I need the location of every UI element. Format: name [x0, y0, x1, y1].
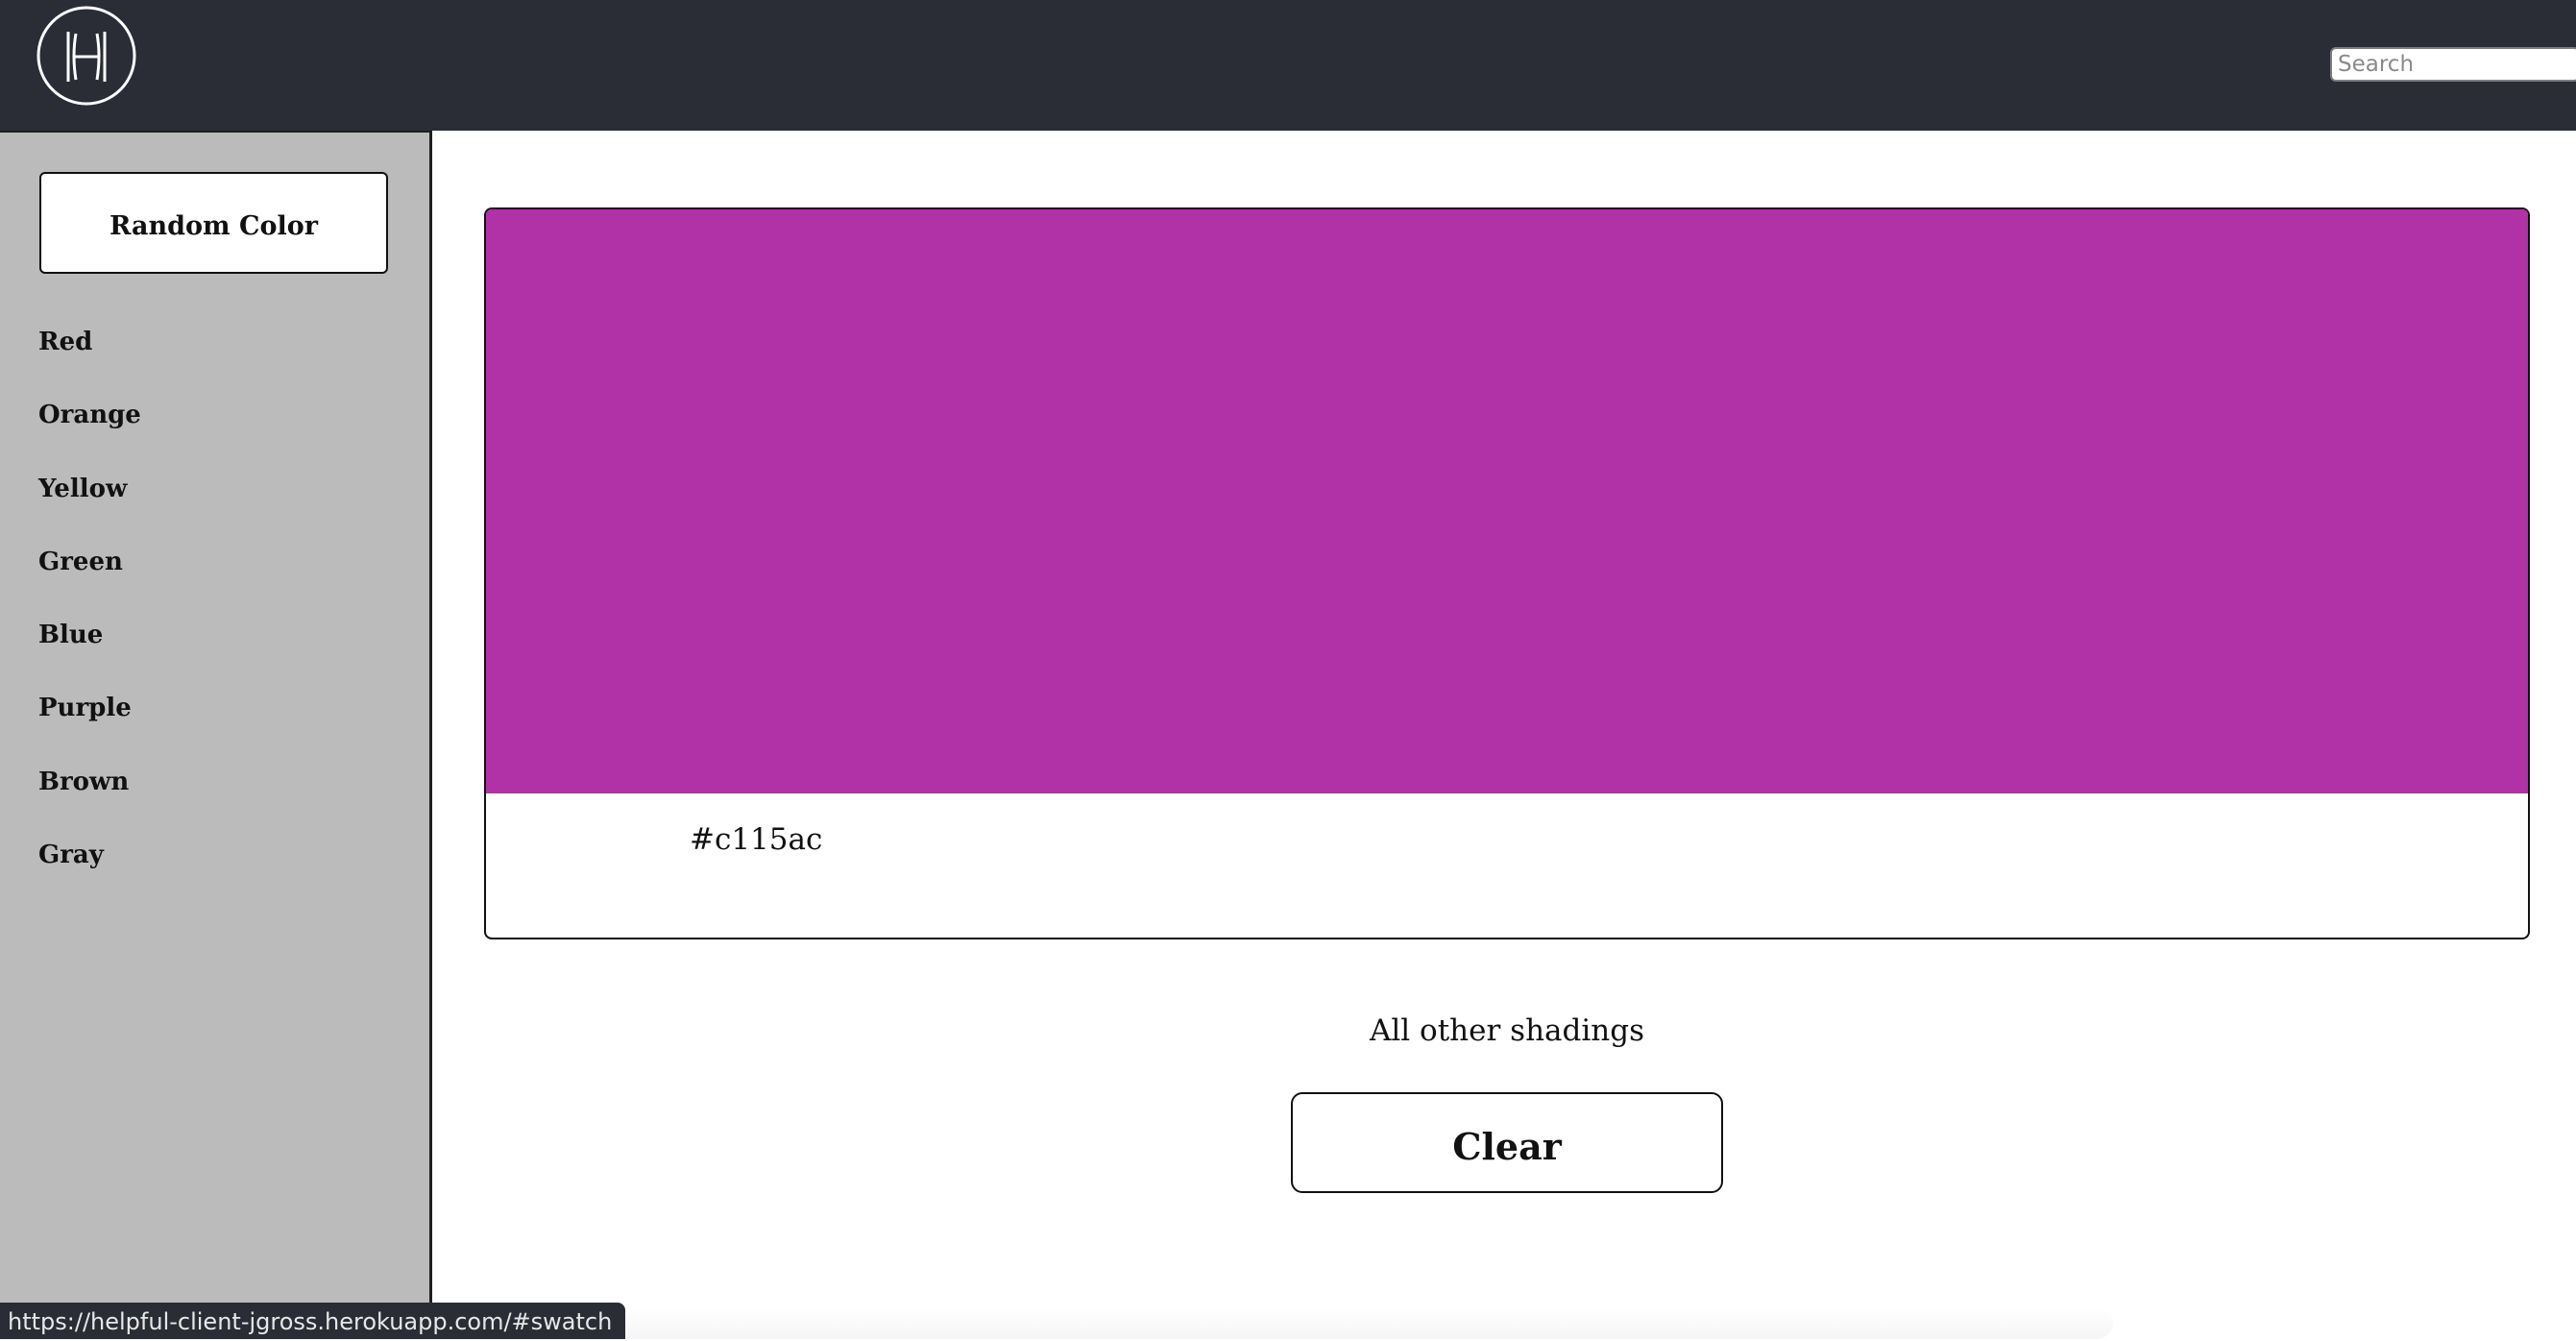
logo-icon[interactable] — [36, 5, 137, 107]
clear-button[interactable]: Clear — [1291, 1092, 1723, 1193]
swatch-color-block — [486, 209, 2528, 793]
color-list: Red Orange Yellow Green Blue Purple Brow… — [38, 305, 141, 891]
sidebar-item-orange[interactable]: Orange — [38, 378, 141, 451]
sidebar: Random Color Red Orange Yellow Green Blu… — [0, 131, 432, 1339]
sidebar-item-brown[interactable]: Brown — [38, 745, 141, 818]
sidebar-item-purple[interactable]: Purple — [38, 671, 141, 744]
swatch-hex-label: #c115ac — [690, 822, 823, 857]
color-swatch-card[interactable]: #c115ac — [484, 207, 2530, 939]
sidebar-item-yellow[interactable]: Yellow — [38, 452, 141, 525]
status-bar-url: https://helpful-client-jgross.herokuapp.… — [0, 1303, 626, 1339]
shadings-label: All other shadings — [1369, 1013, 1644, 1048]
sidebar-item-green[interactable]: Green — [38, 525, 141, 598]
sidebar-item-gray[interactable]: Gray — [38, 818, 141, 891]
random-color-button[interactable]: Random Color — [39, 172, 388, 274]
bottom-shadow — [576, 1306, 2113, 1339]
search-input[interactable] — [2330, 47, 2576, 82]
sidebar-item-blue[interactable]: Blue — [38, 598, 141, 671]
top-navbar — [0, 0, 2576, 131]
sidebar-item-red[interactable]: Red — [38, 305, 141, 378]
